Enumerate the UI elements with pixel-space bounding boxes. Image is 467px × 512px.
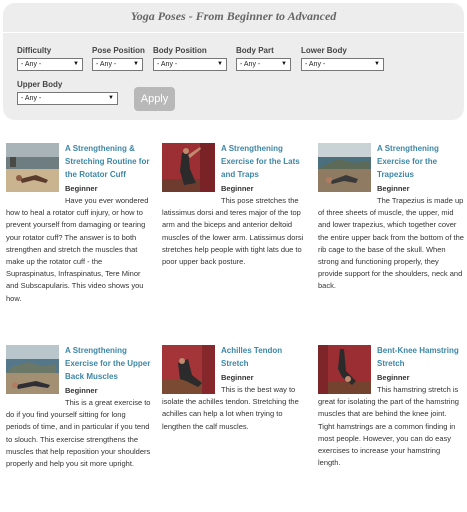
lower-body-filter: Lower Body - Any - ▼ <box>301 46 384 71</box>
difficulty-value: - Any - <box>21 61 42 68</box>
title-divider <box>3 32 464 33</box>
pose-thumbnail[interactable] <box>162 143 215 192</box>
chevron-down-icon: ▼ <box>374 61 380 67</box>
pose-level: Beginner <box>221 373 254 382</box>
filter-panel: Yoga Poses - From Beginner to Advanced D… <box>3 3 464 120</box>
pose-position-value: - Any - <box>96 61 117 68</box>
chevron-down-icon: ▼ <box>133 61 139 67</box>
body-part-select[interactable]: - Any - ▼ <box>236 58 291 71</box>
pose-level: Beginner <box>65 184 98 193</box>
pose-title-link[interactable]: A Strengthening Exercise for the Upper B… <box>65 344 151 383</box>
pose-card: Achilles Tendon Stretch Beginner This is… <box>162 345 310 465</box>
pose-description: This is a great exercise to do if you fi… <box>6 398 151 469</box>
page-title: Yoga Poses - From Beginner to Advanced <box>130 9 337 23</box>
pose-description: This hamstring stretch is great for isol… <box>318 385 459 468</box>
difficulty-select[interactable]: - Any - ▼ <box>17 58 83 71</box>
difficulty-label: Difficulty <box>17 46 52 55</box>
body-position-select[interactable]: - Any - ▼ <box>153 58 227 71</box>
pose-position-label: Pose Position <box>92 46 145 55</box>
pose-card: A Strengthening & Stretching Routine for… <box>6 143 154 333</box>
pose-card: A Strengthening Exercise for the Lats an… <box>162 143 310 293</box>
body-position-value: - Any - <box>157 61 178 68</box>
body-part-label: Body Part <box>236 46 274 55</box>
pose-level: Beginner <box>221 184 254 193</box>
pose-description: This pose stretches the latissimus dorsi… <box>162 196 304 267</box>
difficulty-filter: Difficulty - Any - ▼ <box>17 46 83 71</box>
upper-body-label: Upper Body <box>17 80 63 89</box>
body-position-filter: Body Position - Any - ▼ <box>153 46 227 71</box>
upper-body-filter: Upper Body - Any - ▼ <box>17 80 118 105</box>
pose-level: Beginner <box>377 373 410 382</box>
pose-title-link[interactable]: A Strengthening Exercise for the Lats an… <box>221 142 307 181</box>
pose-card: A Strengthening Exercise for the Trapezi… <box>318 143 466 323</box>
chevron-down-icon: ▼ <box>73 61 79 67</box>
pose-card: Bent-Knee Hamstring Stretch Beginner Thi… <box>318 345 466 505</box>
pose-title-link[interactable]: Achilles Tendon Stretch <box>221 344 307 370</box>
upper-body-value: - Any - <box>21 95 42 102</box>
body-part-filter: Body Part - Any - ▼ <box>236 46 291 71</box>
pose-level: Beginner <box>377 184 410 193</box>
pose-title-link[interactable]: Bent-Knee Hamstring Stretch <box>377 344 463 370</box>
pose-position-filter: Pose Position - Any - ▼ <box>92 46 145 71</box>
pose-position-select[interactable]: - Any - ▼ <box>92 58 143 71</box>
pose-description: This is the best way to isolate the achi… <box>162 385 299 431</box>
pose-thumbnail[interactable] <box>6 143 59 192</box>
lower-body-value: - Any - <box>305 61 326 68</box>
chevron-down-icon: ▼ <box>281 61 287 67</box>
chevron-down-icon: ▼ <box>108 95 114 101</box>
pose-level: Beginner <box>65 386 98 395</box>
lower-body-select[interactable]: - Any - ▼ <box>301 58 384 71</box>
pose-description: The Trapezius is made up of three sheets… <box>318 196 464 291</box>
pose-thumbnail[interactable] <box>6 345 59 394</box>
apply-button[interactable]: Apply <box>134 87 175 111</box>
pose-title-link[interactable]: A Strengthening Exercise for the Trapezi… <box>377 142 463 181</box>
pose-description: Have you ever wondered how to heal a rot… <box>6 196 149 303</box>
body-position-label: Body Position <box>153 46 207 55</box>
upper-body-select[interactable]: - Any - ▼ <box>17 92 118 105</box>
pose-card: A Strengthening Exercise for the Upper B… <box>6 345 154 505</box>
body-part-value: - Any - <box>240 61 261 68</box>
pose-title-link[interactable]: A Strengthening & Stretching Routine for… <box>65 142 151 181</box>
chevron-down-icon: ▼ <box>217 61 223 67</box>
pose-thumbnail[interactable] <box>318 143 371 192</box>
lower-body-label: Lower Body <box>301 46 347 55</box>
